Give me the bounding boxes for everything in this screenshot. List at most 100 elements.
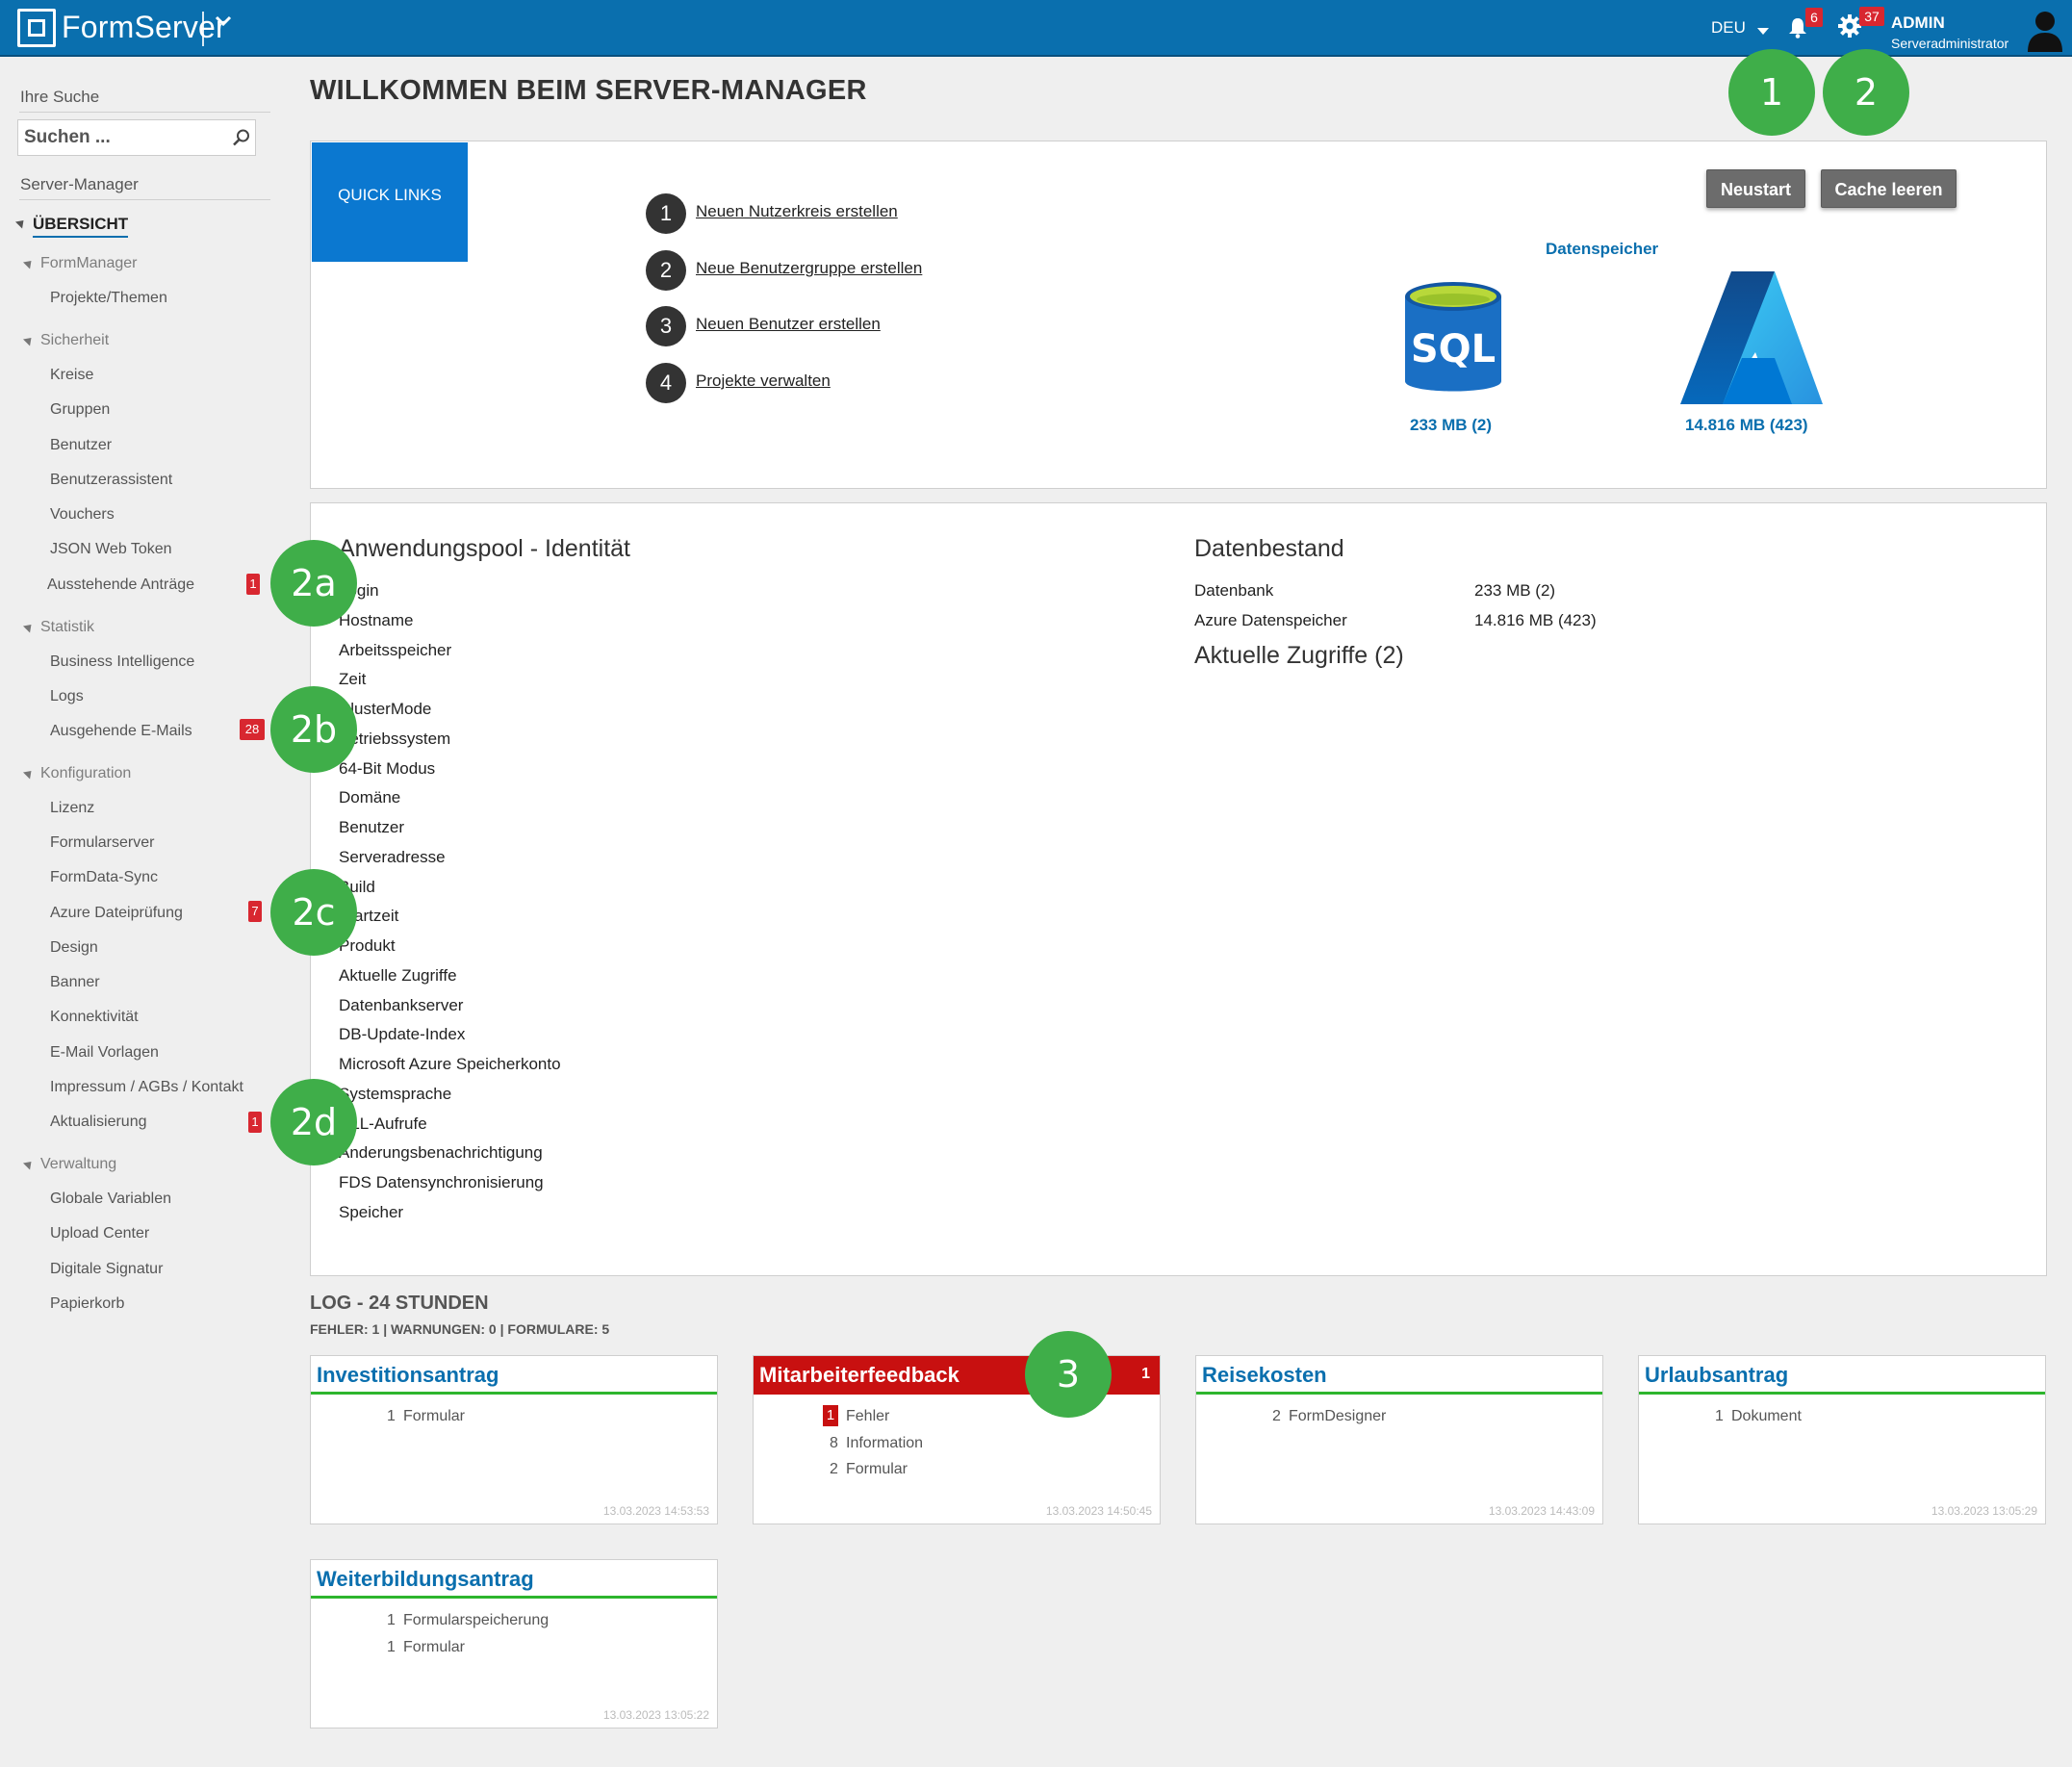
callout-marker: 3 bbox=[1025, 1331, 1112, 1418]
user-avatar-icon[interactable] bbox=[2027, 10, 2063, 52]
log-card-line: Formular bbox=[403, 1639, 466, 1655]
identity-field: Domäne bbox=[339, 788, 401, 807]
sql-storage-value[interactable]: 233 MB (2) bbox=[1410, 416, 1492, 435]
log-card-title[interactable]: Reisekosten bbox=[1202, 1363, 1327, 1388]
log-card-title[interactable]: Mitarbeiterfeedback bbox=[759, 1363, 959, 1388]
sidebar-item-globale-variablen[interactable]: Globale Variablen bbox=[50, 1191, 171, 1208]
formserver-logo-icon[interactable] bbox=[17, 9, 56, 47]
expand-triangle-icon[interactable] bbox=[22, 621, 36, 633]
settings-count-badge: 37 bbox=[1859, 7, 1884, 26]
log-card-timestamp: 13.03.2023 13:05:29 bbox=[1931, 1504, 2037, 1518]
sidebar-group-statistik[interactable]: Statistik bbox=[40, 619, 94, 636]
search-icon[interactable] bbox=[232, 128, 251, 147]
sidebar-item-projekte-themen[interactable]: Projekte/Themen bbox=[50, 290, 167, 307]
log-card-count: 2 bbox=[830, 1461, 838, 1477]
log-card[interactable]: Investitionsantrag 1 Formular 13.03.2023… bbox=[310, 1355, 718, 1524]
sidebar-item-design[interactable]: Design bbox=[50, 939, 98, 957]
sidebar-divider bbox=[19, 112, 270, 113]
quick-link-new-circle[interactable]: Neuen Nutzerkreis erstellen bbox=[696, 202, 898, 221]
sidebar-item-formularserver[interactable]: Formularserver bbox=[50, 834, 154, 852]
sidebar-item-digitale-signatur[interactable]: Digitale Signatur bbox=[50, 1261, 163, 1278]
sidebar-item-impressum[interactable]: Impressum / AGBs / Kontakt bbox=[50, 1079, 243, 1096]
sidebar-item-papierkorb[interactable]: Papierkorb bbox=[50, 1295, 124, 1313]
log-card-title[interactable]: Weiterbildungsantrag bbox=[317, 1567, 534, 1592]
expand-triangle-icon[interactable] bbox=[14, 217, 28, 229]
sidebar-item-upload-center[interactable]: Upload Center bbox=[50, 1225, 149, 1242]
search-input[interactable] bbox=[24, 126, 217, 149]
quick-link-number-3: 3 bbox=[646, 306, 686, 346]
log-card-title[interactable]: Investitionsantrag bbox=[317, 1363, 499, 1388]
log-card-error-count: 1 bbox=[1141, 1366, 1150, 1382]
sidebar-item-banner[interactable]: Banner bbox=[50, 974, 100, 991]
language-caret-icon[interactable] bbox=[1757, 28, 1769, 35]
log-card-count: 2 bbox=[1272, 1408, 1281, 1424]
log-card[interactable]: Weiterbildungsantrag 1 Formularspeicheru… bbox=[310, 1559, 718, 1729]
sidebar-group-formmanager[interactable]: FormManager bbox=[40, 255, 137, 272]
quick-link-manage-projects[interactable]: Projekte verwalten bbox=[696, 371, 831, 391]
log-card[interactable]: Reisekosten 2 FormDesigner 13.03.2023 14… bbox=[1195, 1355, 1603, 1524]
datenbestand-label: Azure Datenspeicher bbox=[1194, 611, 1347, 629]
sidebar-group-konfiguration[interactable]: Konfiguration bbox=[40, 765, 131, 782]
sidebar-item-vouchers[interactable]: Vouchers bbox=[50, 506, 115, 524]
sidebar-item-email-vorlagen[interactable]: E-Mail Vorlagen bbox=[50, 1044, 159, 1062]
expand-triangle-icon[interactable] bbox=[22, 767, 36, 780]
expand-triangle-icon[interactable] bbox=[22, 1158, 36, 1170]
identity-field: Benutzer bbox=[339, 818, 405, 836]
sidebar-item-logs[interactable]: Logs bbox=[50, 688, 84, 705]
notifications-bell-icon[interactable] bbox=[1788, 17, 1807, 38]
sidebar-item-lizenz[interactable]: Lizenz bbox=[50, 800, 94, 817]
identity-field: FDS Datensynchronisierung bbox=[339, 1173, 544, 1191]
sidebar-item-benutzerassistent[interactable]: Benutzerassistent bbox=[50, 472, 172, 489]
log-card-count: 8 bbox=[830, 1435, 838, 1451]
sidebar-group-verwaltung[interactable]: Verwaltung bbox=[40, 1156, 116, 1173]
log-card-line: FormDesigner bbox=[1289, 1408, 1387, 1424]
language-selector[interactable]: DEU bbox=[1711, 18, 1746, 38]
azure-storage-value[interactable]: 14.816 MB (423) bbox=[1685, 416, 1808, 435]
restart-button[interactable]: Neustart bbox=[1706, 169, 1805, 208]
quick-link-number-1: 1 bbox=[646, 193, 686, 234]
expand-triangle-icon[interactable] bbox=[22, 334, 36, 346]
page-title: WILLKOMMEN BEIM SERVER-MANAGER bbox=[310, 75, 867, 106]
sidebar-group-sicherheit[interactable]: Sicherheit bbox=[40, 332, 109, 349]
azure-storage-icon[interactable] bbox=[1678, 269, 1825, 406]
sidebar-item-benutzer[interactable]: Benutzer bbox=[50, 437, 112, 454]
log-card-timestamp: 13.03.2023 14:43:09 bbox=[1488, 1504, 1595, 1518]
callout-marker: 2b bbox=[270, 686, 357, 773]
expand-triangle-icon[interactable] bbox=[22, 257, 36, 269]
log-card-line: Formularspeicherung bbox=[403, 1612, 550, 1628]
log-card-title[interactable]: Urlaubsantrag bbox=[1645, 1363, 1788, 1388]
current-access-title: Aktuelle Zugriffe (2) bbox=[1194, 642, 1404, 669]
log-card-count: 1 bbox=[1715, 1408, 1724, 1424]
sidebar-item-kreise[interactable]: Kreise bbox=[50, 367, 93, 384]
app-switcher-chevron-icon[interactable] bbox=[214, 12, 233, 37]
sidebar-item-gruppen[interactable]: Gruppen bbox=[50, 401, 110, 419]
sidebar-item-aktualisierung[interactable]: Aktualisierung bbox=[50, 1114, 147, 1131]
quick-link-new-user[interactable]: Neuen Benutzer erstellen bbox=[696, 315, 881, 334]
sidebar-item-konnektivitaet[interactable]: Konnektivität bbox=[50, 1009, 139, 1026]
sidebar-item-business-intelligence[interactable]: Business Intelligence bbox=[50, 653, 194, 671]
sidebar-item-overview[interactable]: ÜBERSICHT bbox=[33, 215, 129, 238]
sql-database-icon[interactable]: SQL bbox=[1403, 277, 1503, 402]
datenbestand-value: 14.816 MB (423) bbox=[1474, 611, 1597, 629]
identity-field: Änderungsbenachrichtigung bbox=[339, 1143, 543, 1162]
sidebar-item-ausstehende-antraege[interactable]: Ausstehende Anträge bbox=[47, 576, 194, 594]
sidebar-divider bbox=[19, 199, 270, 200]
callout-marker: 2d bbox=[270, 1079, 357, 1165]
outgoing-emails-badge: 28 bbox=[240, 719, 265, 740]
sidebar-item-azure-dateipruefung[interactable]: Azure Dateiprüfung bbox=[50, 905, 183, 922]
sidebar-item-json-web-token[interactable]: JSON Web Token bbox=[50, 541, 172, 558]
quick-links-tile[interactable]: QUICK LINKS bbox=[312, 142, 468, 262]
log-card-timestamp: 13.03.2023 14:53:53 bbox=[602, 1504, 709, 1518]
identity-field: Datenbankserver bbox=[339, 996, 464, 1014]
callout-marker: 2 bbox=[1823, 49, 1909, 136]
sidebar-item-formdata-sync[interactable]: FormData-Sync bbox=[50, 869, 158, 886]
log-card[interactable]: Urlaubsantrag 1 Dokument 13.03.2023 13:0… bbox=[1638, 1355, 2046, 1524]
clear-cache-button[interactable]: Cache leeren bbox=[1821, 169, 1957, 208]
pending-requests-badge: 1 bbox=[246, 574, 260, 595]
storage-title: Datenspeicher bbox=[1546, 240, 1659, 258]
identity-field: Serveradresse bbox=[339, 848, 446, 866]
quick-link-new-group[interactable]: Neue Benutzergruppe erstellen bbox=[696, 259, 922, 278]
search-box[interactable] bbox=[17, 119, 256, 156]
user-name[interactable]: ADMIN bbox=[1891, 13, 1945, 33]
sidebar-item-ausgehende-emails[interactable]: Ausgehende E-Mails bbox=[50, 723, 192, 740]
